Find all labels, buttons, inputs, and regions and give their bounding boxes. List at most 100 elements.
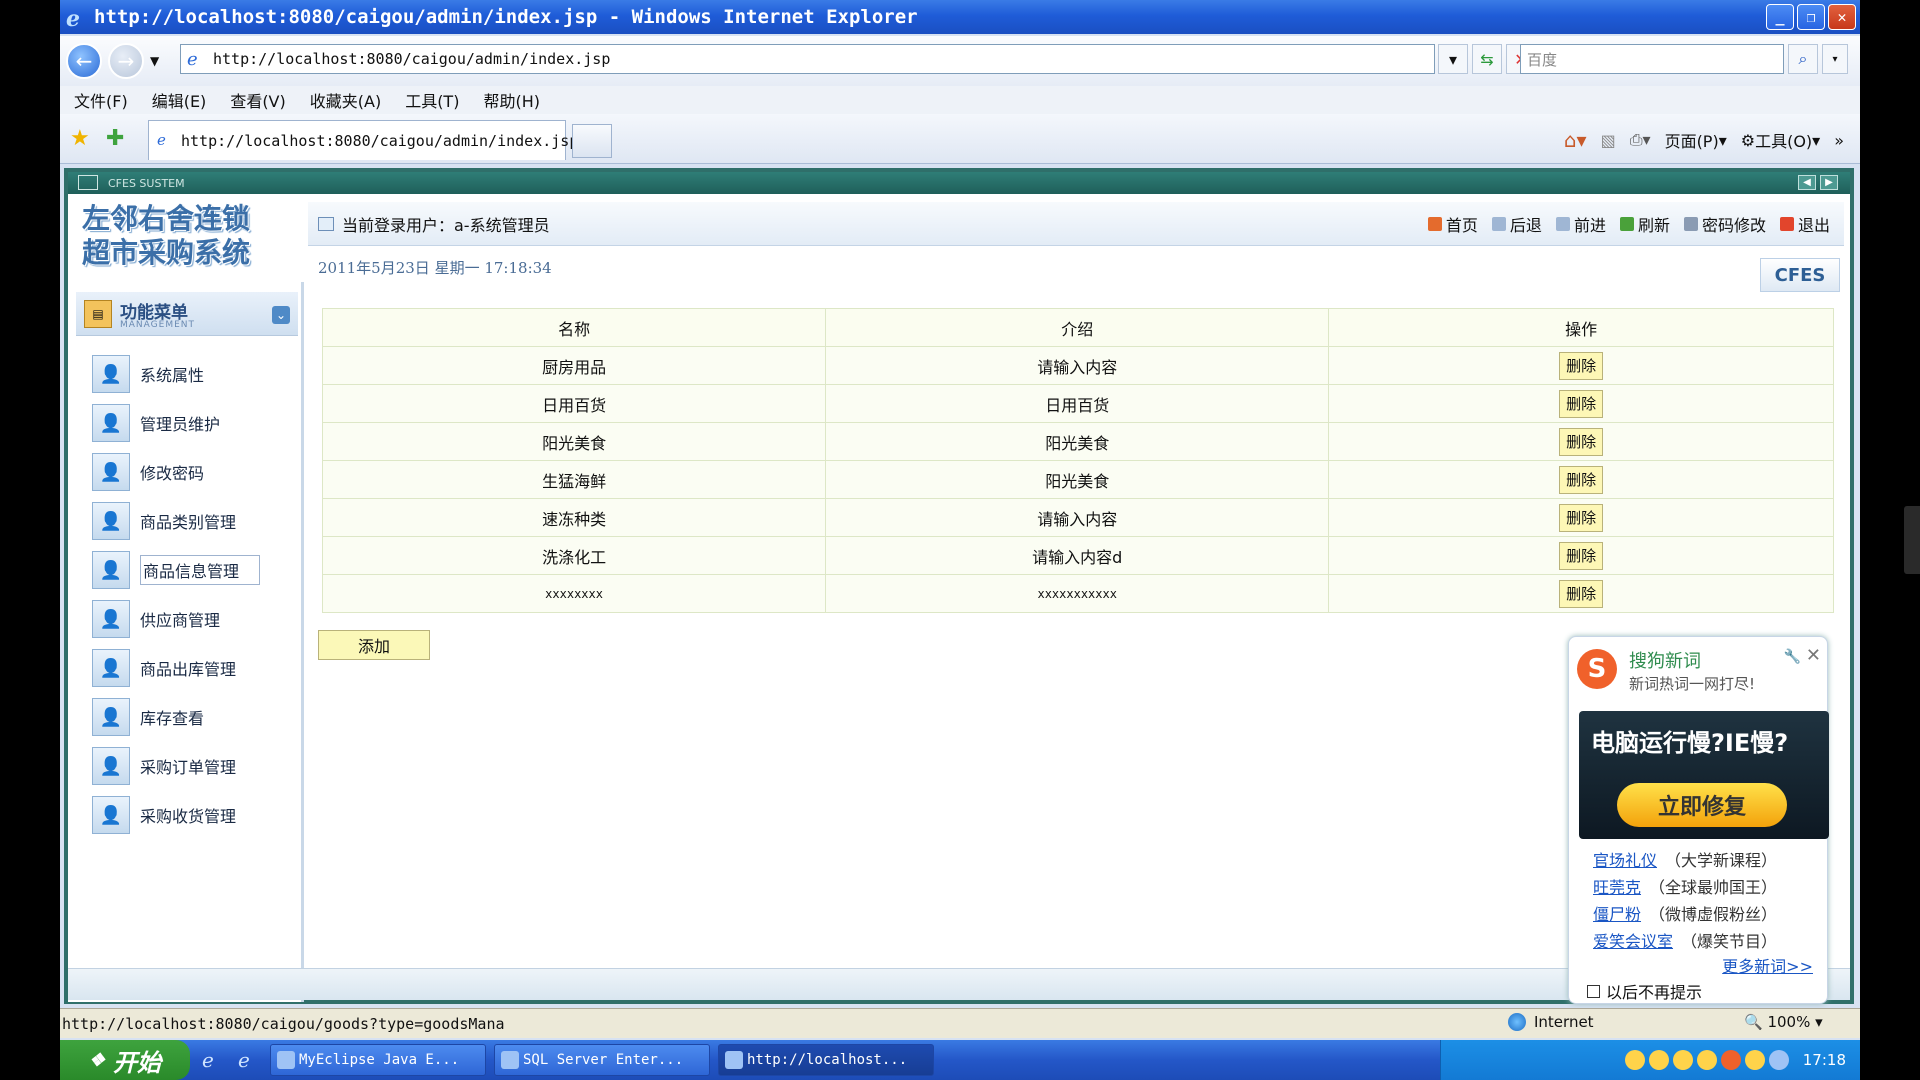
- cell-name: 厨房用品: [321, 346, 827, 385]
- back-link-label: 后退: [1509, 216, 1542, 235]
- news-item: 旺莞克 （全球最帅国王）: [1593, 874, 1777, 898]
- sidebar-item-suppliers[interactable]: 👤 供应商管理: [92, 599, 292, 639]
- menu-favorites[interactable]: 收藏夹(A): [310, 88, 381, 112]
- new-tab-button[interactable]: [572, 124, 612, 158]
- news-note: （全球最帅国王）: [1649, 878, 1778, 897]
- user-icon: 👤: [92, 502, 130, 540]
- quicklaunch-ie2-icon[interactable]: e: [238, 1048, 262, 1072]
- sidebar-item-password[interactable]: 👤 修改密码: [92, 452, 292, 492]
- tray-qq-icon[interactable]: [1672, 1050, 1693, 1070]
- home-link[interactable]: 首页: [1427, 212, 1478, 236]
- tray-sogou-icon[interactable]: [1720, 1050, 1741, 1070]
- refresh-link[interactable]: 刷新: [1619, 212, 1670, 236]
- menu-tools[interactable]: 工具(T): [405, 88, 459, 112]
- fix-now-button[interactable]: 立即修复: [1617, 783, 1787, 827]
- news-link[interactable]: 官场礼仪: [1593, 851, 1657, 870]
- sidebar-item-admins[interactable]: 👤 管理员维护: [92, 403, 292, 443]
- tray-qq-icon[interactable]: [1696, 1050, 1717, 1070]
- tray-network-icon[interactable]: [1768, 1050, 1789, 1070]
- tray-qq-icon[interactable]: [1624, 1050, 1645, 1070]
- sidebar-item-outbound[interactable]: 👤 商品出库管理: [92, 648, 292, 688]
- scroll-left-button[interactable]: ◀: [1798, 175, 1816, 190]
- news-note: （大学新课程）: [1665, 851, 1778, 870]
- delete-button[interactable]: 删除: [1559, 579, 1604, 608]
- sidebar-item-label: 商品出库管理: [140, 660, 237, 679]
- chevron-right-icon[interactable]: »: [1834, 131, 1844, 150]
- menu-edit[interactable]: 编辑(E): [152, 88, 207, 112]
- sidebar-item-goods[interactable]: 👤 商品信息管理: [92, 550, 292, 590]
- sidebar-item-inventory[interactable]: 👤 库存查看: [92, 697, 292, 737]
- back-button[interactable]: ←: [66, 43, 102, 79]
- search-icon[interactable]: ⌕: [1788, 44, 1818, 74]
- tools-menu[interactable]: ⚙ 工具(O) ▾: [1741, 128, 1820, 152]
- menu-file[interactable]: 文件(F): [74, 88, 128, 112]
- command-bar: ⌂▾ ▧ ⎙▾ 页面(P) ▾ ⚙ 工具(O) ▾ »: [1564, 128, 1844, 152]
- sidebar-item-orders[interactable]: 👤 采购订单管理: [92, 746, 292, 786]
- banner-title: 电脑运行慢?IE慢?: [1591, 729, 1789, 757]
- menu-subtitle: MANAGEMENT: [120, 320, 195, 330]
- delete-button[interactable]: 删除: [1559, 389, 1604, 418]
- logout-link[interactable]: 退出: [1779, 212, 1830, 236]
- sidebar-item-system[interactable]: 👤 系统属性: [92, 354, 292, 394]
- sidebar-item-categories[interactable]: 👤 商品类别管理: [92, 501, 292, 541]
- quicklaunch-ie-icon[interactable]: e: [202, 1048, 226, 1072]
- forward-link[interactable]: 前进: [1555, 212, 1606, 236]
- delete-button[interactable]: 删除: [1559, 427, 1604, 456]
- news-item: 爱笑会议室 （爆笑节目）: [1593, 928, 1777, 952]
- delete-button[interactable]: 删除: [1559, 465, 1604, 494]
- start-button[interactable]: ❖ 开始: [60, 1040, 190, 1080]
- close-window-button[interactable]: ✕: [1828, 4, 1856, 30]
- search-options-icon[interactable]: ▾: [1822, 44, 1848, 74]
- task-myeclipse[interactable]: MyEclipse Java E...: [270, 1044, 486, 1076]
- maximize-button[interactable]: ❐: [1797, 4, 1825, 30]
- sidebar-item-receiving[interactable]: 👤 采购收货管理: [92, 795, 292, 835]
- clock: 17:18: [1802, 1051, 1846, 1069]
- wrench-icon[interactable]: 🔧: [1784, 649, 1801, 665]
- cell-name: 生猛海鲜: [321, 460, 827, 499]
- status-url: http://localhost:8080/caigou/goods?type=…: [62, 1014, 505, 1033]
- menu-view[interactable]: 查看(V): [230, 88, 285, 112]
- table-row: 洗涤化工 请输入内容d 删除: [321, 536, 1834, 575]
- feeds-icon[interactable]: ▧: [1601, 131, 1616, 150]
- task-ie[interactable]: http://localhost...: [718, 1044, 934, 1076]
- close-icon[interactable]: ✕: [1806, 645, 1821, 666]
- news-link[interactable]: 旺莞克: [1593, 878, 1641, 897]
- tray-qq-icon[interactable]: [1648, 1050, 1669, 1070]
- app-top-bar: CFES SUSTEM ◀ ▶: [68, 172, 1850, 194]
- collapse-icon[interactable]: ⌄: [272, 306, 290, 324]
- add-button[interactable]: 添加: [318, 630, 430, 660]
- history-dropdown-icon[interactable]: ▼: [150, 54, 159, 68]
- address-dropdown-button[interactable]: ▾: [1438, 44, 1468, 74]
- back-link[interactable]: 后退: [1491, 212, 1542, 236]
- home-icon[interactable]: ⌂▾: [1564, 128, 1587, 152]
- task-sql-server[interactable]: SQL Server Enter...: [494, 1044, 710, 1076]
- password-link[interactable]: 密码修改: [1683, 212, 1766, 236]
- sogou-banner[interactable]: 电脑运行慢?IE慢? 立即修复: [1579, 711, 1829, 839]
- print-icon[interactable]: ⎙▾: [1630, 130, 1651, 150]
- delete-button[interactable]: 删除: [1559, 503, 1604, 532]
- dont-show-checkbox[interactable]: 以后不再提示: [1587, 979, 1702, 1003]
- favorites-star-icon[interactable]: ★: [70, 126, 90, 151]
- page-menu[interactable]: 页面(P) ▾: [1665, 128, 1727, 152]
- refresh-icon[interactable]: ⇆: [1472, 44, 1502, 74]
- search-input[interactable]: 百度: [1520, 44, 1784, 74]
- logo-line-2: 超市采购系统: [82, 236, 251, 269]
- forward-button[interactable]: →: [108, 43, 144, 79]
- news-link[interactable]: 僵尸粉: [1593, 905, 1641, 924]
- tab-current[interactable]: e http://localhost:8080/caigou/admin/ind…: [148, 120, 578, 160]
- address-input[interactable]: e http://localhost:8080/caigou/admin/ind…: [180, 44, 1435, 74]
- tray-qq-icon[interactable]: [1744, 1050, 1765, 1070]
- news-link[interactable]: 爱笑会议室: [1593, 932, 1673, 951]
- menu-help[interactable]: 帮助(H): [483, 88, 540, 112]
- delete-button[interactable]: 删除: [1559, 351, 1604, 380]
- minimize-button[interactable]: _: [1766, 4, 1794, 30]
- more-news-link[interactable]: 更多新词>>: [1722, 953, 1813, 977]
- zoom-level[interactable]: 🔍 100% ▾: [1744, 1013, 1823, 1031]
- news-item: 僵尸粉 （微博虚假粉丝）: [1593, 901, 1777, 925]
- window-title-bar: e http://localhost:8080/caigou/admin/ind…: [60, 0, 1860, 34]
- sidebar-item-label: 商品类别管理: [140, 513, 237, 532]
- scroll-right-button[interactable]: ▶: [1820, 175, 1838, 190]
- delete-button[interactable]: 删除: [1559, 541, 1604, 570]
- add-favorite-icon[interactable]: ✚: [106, 126, 124, 151]
- side-handle[interactable]: [1904, 506, 1920, 574]
